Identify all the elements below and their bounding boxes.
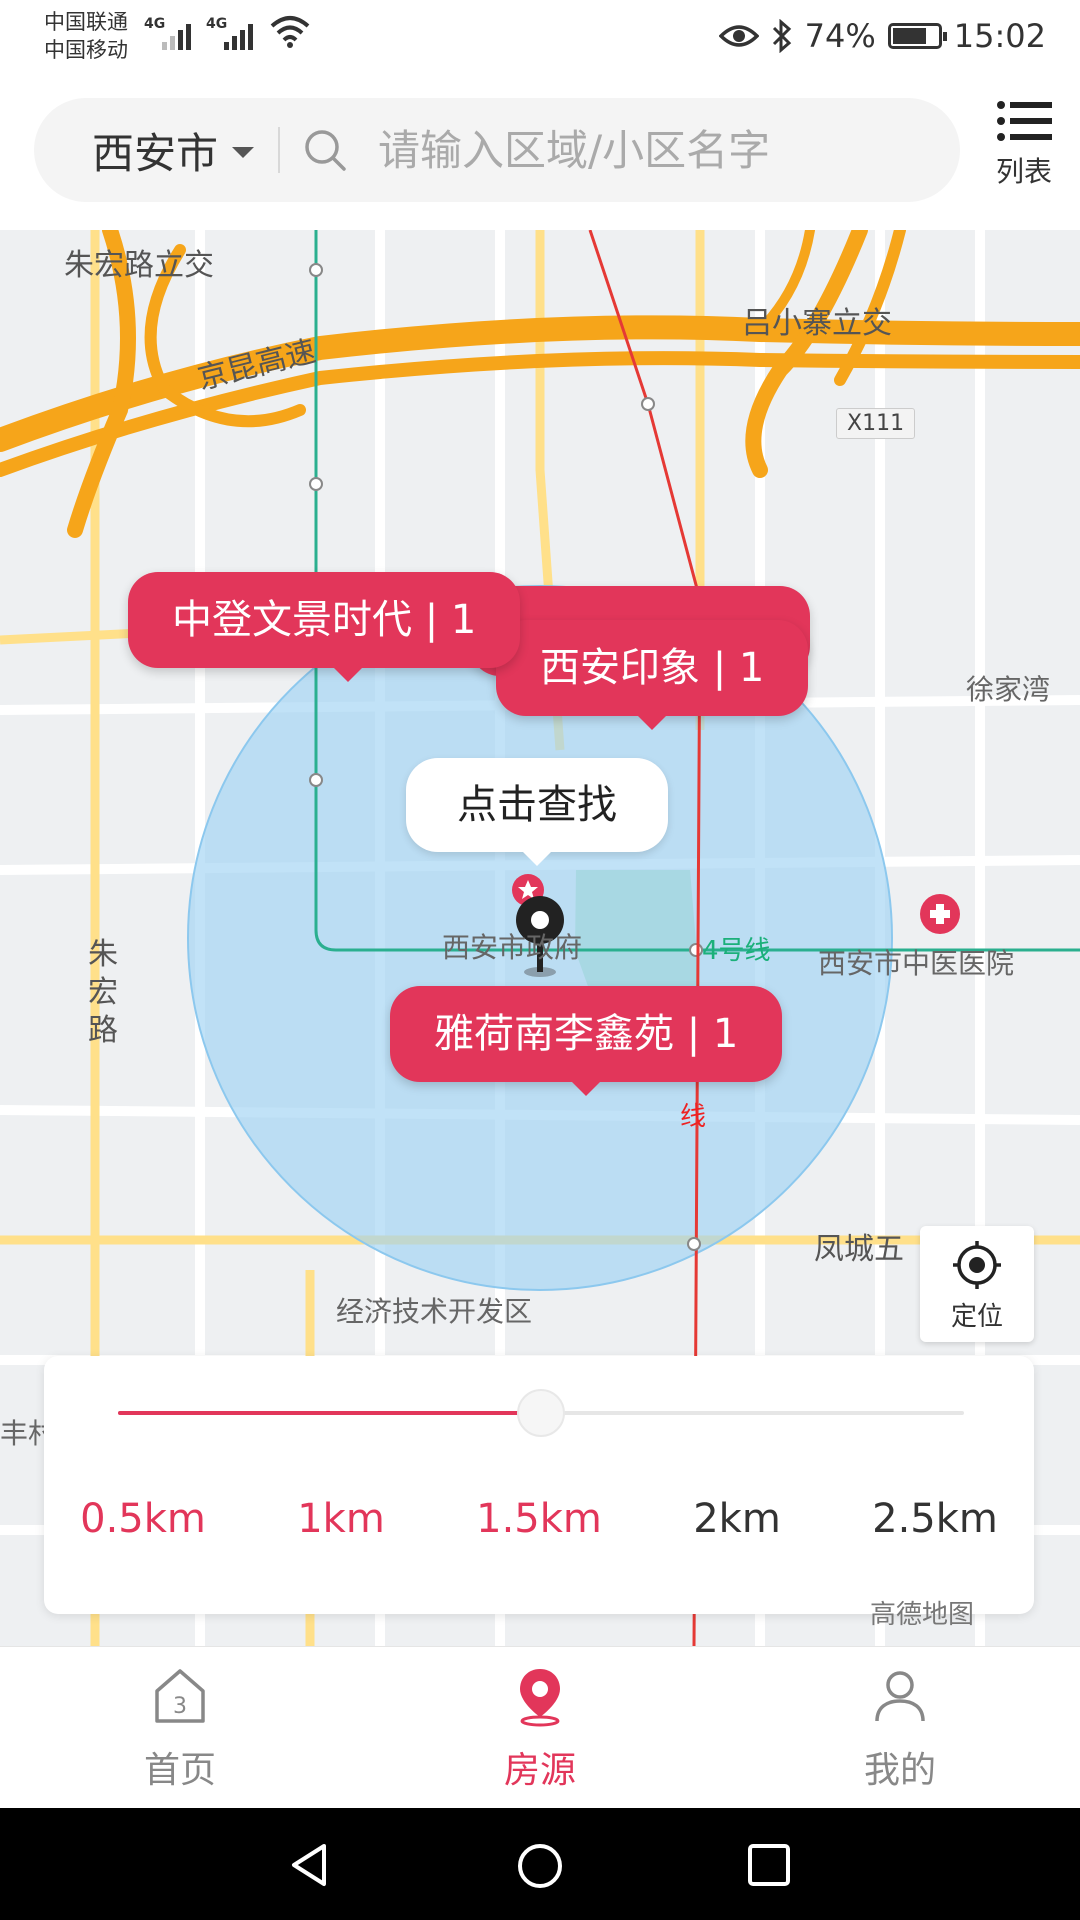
locate-target-icon bbox=[953, 1241, 1001, 1289]
radius-options: 0.5km 1km 1.5km 2km 2.5km bbox=[44, 1496, 1034, 1542]
clock-time: 15:02 bbox=[953, 17, 1046, 55]
home-icon: 3 bbox=[155, 1669, 205, 1723]
list-view-button[interactable]: 列表 bbox=[992, 100, 1056, 190]
tab-mine[interactable]: 我的 bbox=[720, 1647, 1080, 1808]
radius-selector-panel: 0.5km 1km 1.5km 2km 2.5km bbox=[44, 1356, 1034, 1614]
carrier-1: 中国联通 bbox=[44, 10, 128, 34]
radius-option-2[interactable]: 1.5km bbox=[449, 1496, 629, 1542]
map-label-line: 线 bbox=[680, 1102, 707, 1132]
wifi-icon bbox=[270, 16, 310, 48]
tab-home[interactable]: 3 首页 bbox=[0, 1647, 360, 1808]
map-label-metro-line4: 4号线 bbox=[702, 936, 771, 966]
radius-option-3[interactable]: 2km bbox=[647, 1496, 827, 1542]
recents-icon[interactable] bbox=[746, 1842, 792, 1888]
radius-slider-thumb[interactable] bbox=[517, 1389, 565, 1437]
radius-slider-fill bbox=[118, 1411, 541, 1415]
tab-home-label: 首页 bbox=[143, 1750, 216, 1791]
city-name: 西安市 bbox=[92, 128, 219, 178]
map-label-zhuhong-road: 朱宏路 bbox=[88, 937, 118, 1048]
community-bubble-yahe[interactable]: 雅荷南李鑫苑 | 1 bbox=[390, 986, 783, 1096]
map-label-zhuhong-interchange: 朱宏路立交 bbox=[64, 248, 214, 283]
signal-strength-2-icon bbox=[224, 20, 253, 50]
tab-listings-label: 房源 bbox=[503, 1750, 576, 1791]
city-selector[interactable]: 西安市 bbox=[92, 120, 255, 181]
search-divider bbox=[278, 127, 281, 173]
search-bar: 西安市 bbox=[34, 98, 960, 202]
map-label-fengcheng: 凤城五 bbox=[814, 1232, 904, 1267]
radius-option-4[interactable]: 2.5km bbox=[845, 1496, 1025, 1542]
amap-logo: 高德地图 bbox=[870, 1600, 975, 1630]
back-icon[interactable] bbox=[286, 1842, 332, 1888]
signal-strength-1-icon bbox=[162, 20, 191, 50]
carrier-2: 中国移动 bbox=[44, 38, 128, 62]
bluetooth-icon bbox=[772, 19, 791, 53]
eye-comfort-icon bbox=[718, 25, 759, 47]
map-label-lvxiaozhai-interchange: 吕小寨立交 bbox=[742, 306, 892, 341]
list-icon bbox=[997, 101, 1052, 141]
status-bar: 中国联通 中国移动 4G 4G 74% 15:02 bbox=[0, 0, 1080, 72]
svg-text:3: 3 bbox=[173, 1694, 187, 1719]
search-input[interactable] bbox=[378, 125, 849, 175]
map-label-econ-zone: 经济技术开发区 bbox=[336, 1295, 533, 1328]
search-header: 西安市 列表 bbox=[0, 72, 1080, 230]
list-label: 列表 bbox=[995, 155, 1052, 188]
battery-percent: 74% bbox=[804, 17, 876, 55]
tab-listings[interactable]: 房源 bbox=[360, 1647, 720, 1808]
system-nav-bar bbox=[0, 1808, 1080, 1920]
map-label-tcm-hospital: 西安市中医医院 bbox=[818, 947, 1015, 980]
location-pin-icon bbox=[520, 1669, 560, 1727]
caret-down-icon bbox=[232, 146, 255, 158]
radius-option-0[interactable]: 0.5km bbox=[53, 1496, 233, 1542]
community-bubble-zhongdeng[interactable]: 中登文景时代 | 1 bbox=[128, 572, 521, 682]
battery-icon bbox=[887, 23, 947, 49]
community-bubble-xian-yinxiang[interactable]: 西安印象 | 1 bbox=[496, 620, 809, 730]
tab-mine-label: 我的 bbox=[863, 1750, 936, 1791]
radius-slider-track[interactable] bbox=[118, 1389, 964, 1437]
map-label-xujiawan: 徐家湾 bbox=[966, 673, 1051, 706]
locate-label: 定位 bbox=[950, 1302, 1003, 1332]
search-icon bbox=[305, 130, 346, 171]
user-icon bbox=[875, 1671, 925, 1722]
road-badge-x111: X111 bbox=[836, 408, 916, 439]
bottom-tab-bar: 3 首页 房源 我的 bbox=[0, 1646, 1080, 1808]
map-label-city-gov: 西安市政府 bbox=[442, 931, 583, 964]
radius-option-1[interactable]: 1km bbox=[251, 1496, 431, 1542]
click-to-search-tip[interactable]: 点击查找 bbox=[406, 758, 668, 866]
locate-button[interactable]: 定位 bbox=[920, 1226, 1034, 1342]
carrier-info: 中国联通 中国移动 bbox=[44, 8, 128, 64]
home-circle-icon[interactable] bbox=[516, 1842, 564, 1890]
